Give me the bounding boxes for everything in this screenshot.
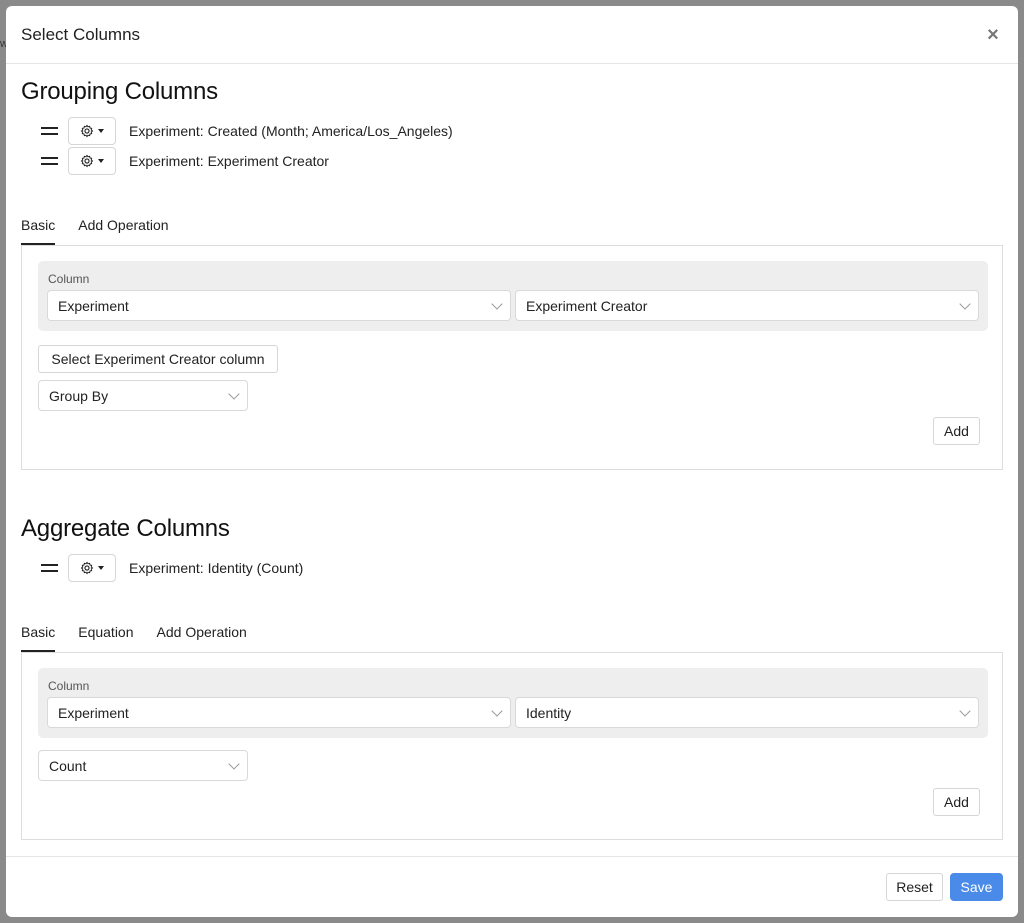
column-settings-button[interactable] [68, 147, 116, 175]
column-settings-button[interactable] [68, 554, 116, 582]
tab-add-operation[interactable]: Add Operation [157, 624, 247, 652]
column-label: Column [48, 679, 90, 693]
tab-basic[interactable]: Basic [21, 217, 56, 245]
aggregate-column-row: Experiment: Identity (Count) [41, 554, 303, 582]
select-column-button[interactable]: Select Experiment Creator column [38, 345, 278, 373]
aggregation-select-value: Count [49, 757, 87, 774]
drag-handle-icon[interactable] [41, 156, 58, 166]
chevron-down-icon [959, 705, 971, 717]
gear-icon [80, 561, 94, 575]
modal-title: Select Columns [21, 24, 141, 44]
grouping-columns-title: Grouping Columns [21, 78, 218, 105]
field-select-value: Identity [526, 704, 572, 721]
grouping-column-label: Experiment: Created (Month; America/Los_… [129, 123, 453, 139]
table-select-value: Experiment [58, 297, 129, 314]
column-picker: Column Experiment Identity [38, 668, 988, 738]
aggregate-columns-title: Aggregate Columns [21, 515, 230, 542]
table-select[interactable]: Experiment [47, 697, 511, 728]
table-select-value: Experiment [58, 704, 129, 721]
aggregation-select[interactable]: Count [38, 750, 248, 781]
save-button[interactable]: Save [950, 873, 1003, 901]
grouping-tabs: Basic Add Operation [21, 217, 192, 245]
chevron-down-icon [228, 388, 240, 400]
chevron-down-icon [959, 298, 971, 310]
aggregate-tabs: Basic Equation Add Operation [21, 624, 270, 652]
caret-down-icon [98, 159, 104, 163]
gear-icon [80, 124, 94, 138]
grouping-column-row: Experiment: Experiment Creator [41, 147, 329, 175]
add-button[interactable]: Add [933, 417, 980, 445]
column-picker: Column Experiment Experiment Creator [38, 261, 988, 331]
field-select[interactable]: Experiment Creator [515, 290, 979, 321]
caret-down-icon [98, 129, 104, 133]
column-label: Column [48, 272, 90, 286]
operation-select[interactable]: Group By [38, 380, 248, 411]
operation-select-value: Group By [49, 387, 109, 404]
field-select-value: Experiment Creator [526, 297, 648, 314]
chevron-down-icon [491, 298, 503, 310]
chevron-down-icon [228, 758, 240, 770]
tab-add-operation[interactable]: Add Operation [78, 217, 168, 245]
caret-down-icon [98, 566, 104, 570]
chevron-down-icon [491, 705, 503, 717]
grouping-column-row: Experiment: Created (Month; America/Los_… [41, 117, 453, 145]
aggregate-column-label: Experiment: Identity (Count) [129, 560, 304, 576]
tab-equation[interactable]: Equation [78, 624, 133, 652]
add-button[interactable]: Add [933, 788, 980, 816]
drag-handle-icon[interactable] [41, 126, 58, 136]
column-settings-button[interactable] [68, 117, 116, 145]
select-columns-modal: Select Columns × Grouping Columns Experi… [6, 6, 1018, 917]
table-select[interactable]: Experiment [47, 290, 511, 321]
modal-footer: Reset Save [6, 856, 1018, 917]
gear-icon [80, 154, 94, 168]
grouping-column-label: Experiment: Experiment Creator [129, 153, 329, 169]
tab-basic[interactable]: Basic [21, 624, 56, 652]
reset-button[interactable]: Reset [886, 873, 943, 901]
field-select[interactable]: Identity [515, 697, 979, 728]
aggregate-basic-panel: Column Experiment Identity Count Add [21, 653, 1003, 840]
drag-handle-icon[interactable] [41, 563, 58, 573]
grouping-basic-panel: Column Experiment Experiment Creator Sel… [21, 246, 1003, 470]
close-icon[interactable]: × [983, 25, 1003, 45]
modal-header: Select Columns × [6, 6, 1018, 64]
